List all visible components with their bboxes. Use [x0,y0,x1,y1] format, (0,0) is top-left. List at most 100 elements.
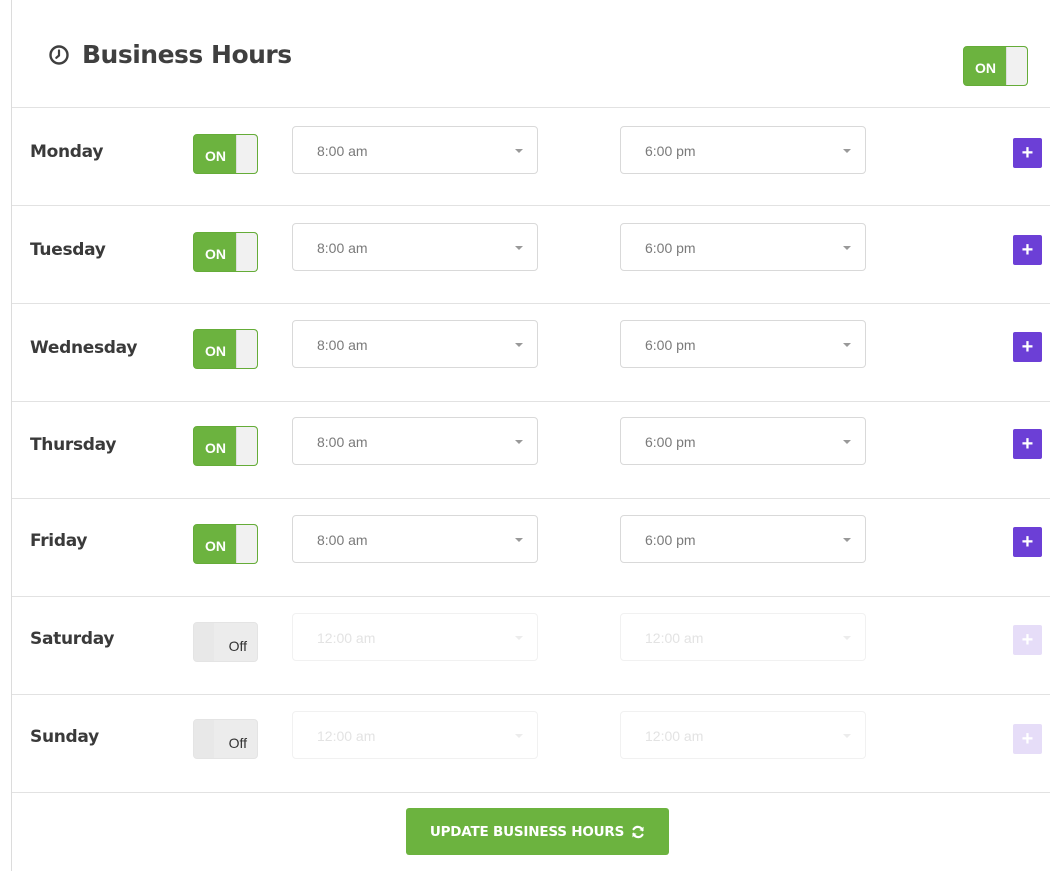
open-time-select[interactable]: 8:00 am [292,223,538,271]
plus-icon: + [1021,433,1034,455]
close-time-value: 12:00 am [645,728,704,744]
chevron-down-icon [843,636,851,640]
day-label: Saturday [30,629,115,649]
add-hours-button[interactable]: + [1013,235,1042,265]
chevron-down-icon [843,149,851,153]
close-time-select[interactable]: 6:00 pm [620,223,866,271]
add-hours-button[interactable]: + [1013,724,1042,754]
open-time-select[interactable]: 12:00 am [292,613,538,661]
close-time-select[interactable]: 6:00 pm [620,320,866,368]
add-hours-button[interactable]: + [1013,527,1042,557]
plus-icon: + [1021,336,1034,358]
day-toggle-wednesday[interactable]: ON [193,329,258,369]
close-time-value: 6:00 pm [645,337,696,353]
day-row-monday: Monday ON 8:00 am 6:00 pm + [12,108,1050,206]
close-time-value: 6:00 pm [645,240,696,256]
toggle-knob [194,623,214,661]
page-title-text: Business Hours [82,40,292,69]
close-time-value: 6:00 pm [645,434,696,450]
toggle-knob [236,233,257,271]
update-business-hours-button[interactable]: UPDATE BUSINESS HOURS [406,808,669,855]
master-toggle[interactable]: ON [963,46,1028,86]
day-label: Monday [30,142,104,162]
day-label: Sunday [30,727,99,747]
add-hours-button[interactable]: + [1013,625,1042,655]
day-row-sunday: Sunday Off 12:00 am 12:00 am + [12,695,1050,793]
toggle-label: Off [228,638,247,654]
open-time-value: 12:00 am [317,630,376,646]
toggle-label: ON [205,538,226,554]
refresh-icon [632,825,644,838]
toggle-knob [236,427,257,465]
day-toggle-friday[interactable]: ON [193,524,258,564]
day-label: Friday [30,531,88,551]
open-time-value: 8:00 am [317,532,368,548]
business-hours-header: Business Hours ON [12,0,1050,108]
open-time-select[interactable]: 12:00 am [292,711,538,759]
toggle-knob [236,135,257,173]
plus-icon: + [1021,239,1034,261]
open-time-value: 8:00 am [317,240,368,256]
chevron-down-icon [515,440,523,444]
open-time-select[interactable]: 8:00 am [292,515,538,563]
toggle-label: ON [205,343,226,359]
chevron-down-icon [515,149,523,153]
day-row-saturday: Saturday Off 12:00 am 12:00 am + [12,597,1050,695]
toggle-knob [236,525,257,563]
day-row-tuesday: Tuesday ON 8:00 am 6:00 pm + [12,206,1050,304]
toggle-label: Off [228,735,247,751]
chevron-down-icon [515,538,523,542]
chevron-down-icon [843,538,851,542]
day-toggle-saturday[interactable]: Off [193,622,258,662]
master-toggle-label: ON [975,60,996,76]
open-time-value: 8:00 am [317,434,368,450]
toggle-label: ON [205,246,226,262]
toggle-knob [1006,47,1027,85]
chevron-down-icon [515,734,523,738]
open-time-select[interactable]: 8:00 am [292,417,538,465]
open-time-select[interactable]: 8:00 am [292,320,538,368]
close-time-select[interactable]: 12:00 am [620,613,866,661]
page-title: Business Hours [48,40,292,69]
open-time-value: 8:00 am [317,143,368,159]
chevron-down-icon [843,734,851,738]
day-row-wednesday: Wednesday ON 8:00 am 6:00 pm + [12,304,1050,402]
chevron-down-icon [843,440,851,444]
close-time-value: 6:00 pm [645,143,696,159]
close-time-select[interactable]: 6:00 pm [620,515,866,563]
chevron-down-icon [843,246,851,250]
toggle-label: ON [205,148,226,164]
close-time-select[interactable]: 12:00 am [620,711,866,759]
plus-icon: + [1021,142,1034,164]
day-row-friday: Friday ON 8:00 am 6:00 pm + [12,499,1050,597]
chevron-down-icon [515,246,523,250]
day-toggle-sunday[interactable]: Off [193,719,258,759]
day-label: Wednesday [30,338,138,358]
update-button-label: UPDATE BUSINESS HOURS [429,823,625,840]
day-toggle-thursday[interactable]: ON [193,426,258,466]
chevron-down-icon [515,343,523,347]
day-toggle-tuesday[interactable]: ON [193,232,258,272]
close-time-value: 12:00 am [645,630,704,646]
toggle-label: ON [205,440,226,456]
open-time-value: 12:00 am [317,728,376,744]
day-label: Thursday [30,435,117,455]
plus-icon: + [1021,728,1034,750]
toggle-knob [194,720,214,758]
add-hours-button[interactable]: + [1013,429,1042,459]
close-time-value: 6:00 pm [645,532,696,548]
close-time-select[interactable]: 6:00 pm [620,126,866,174]
plus-icon: + [1021,531,1034,553]
day-toggle-monday[interactable]: ON [193,134,258,174]
chevron-down-icon [515,636,523,640]
open-time-select[interactable]: 8:00 am [292,126,538,174]
add-hours-button[interactable]: + [1013,332,1042,362]
day-row-thursday: Thursday ON 8:00 am 6:00 pm + [12,401,1050,499]
clock-icon [49,44,69,65]
plus-icon: + [1021,629,1034,651]
day-label: Tuesday [30,240,106,260]
add-hours-button[interactable]: + [1013,138,1042,168]
open-time-value: 8:00 am [317,337,368,353]
chevron-down-icon [843,343,851,347]
close-time-select[interactable]: 6:00 pm [620,417,866,465]
